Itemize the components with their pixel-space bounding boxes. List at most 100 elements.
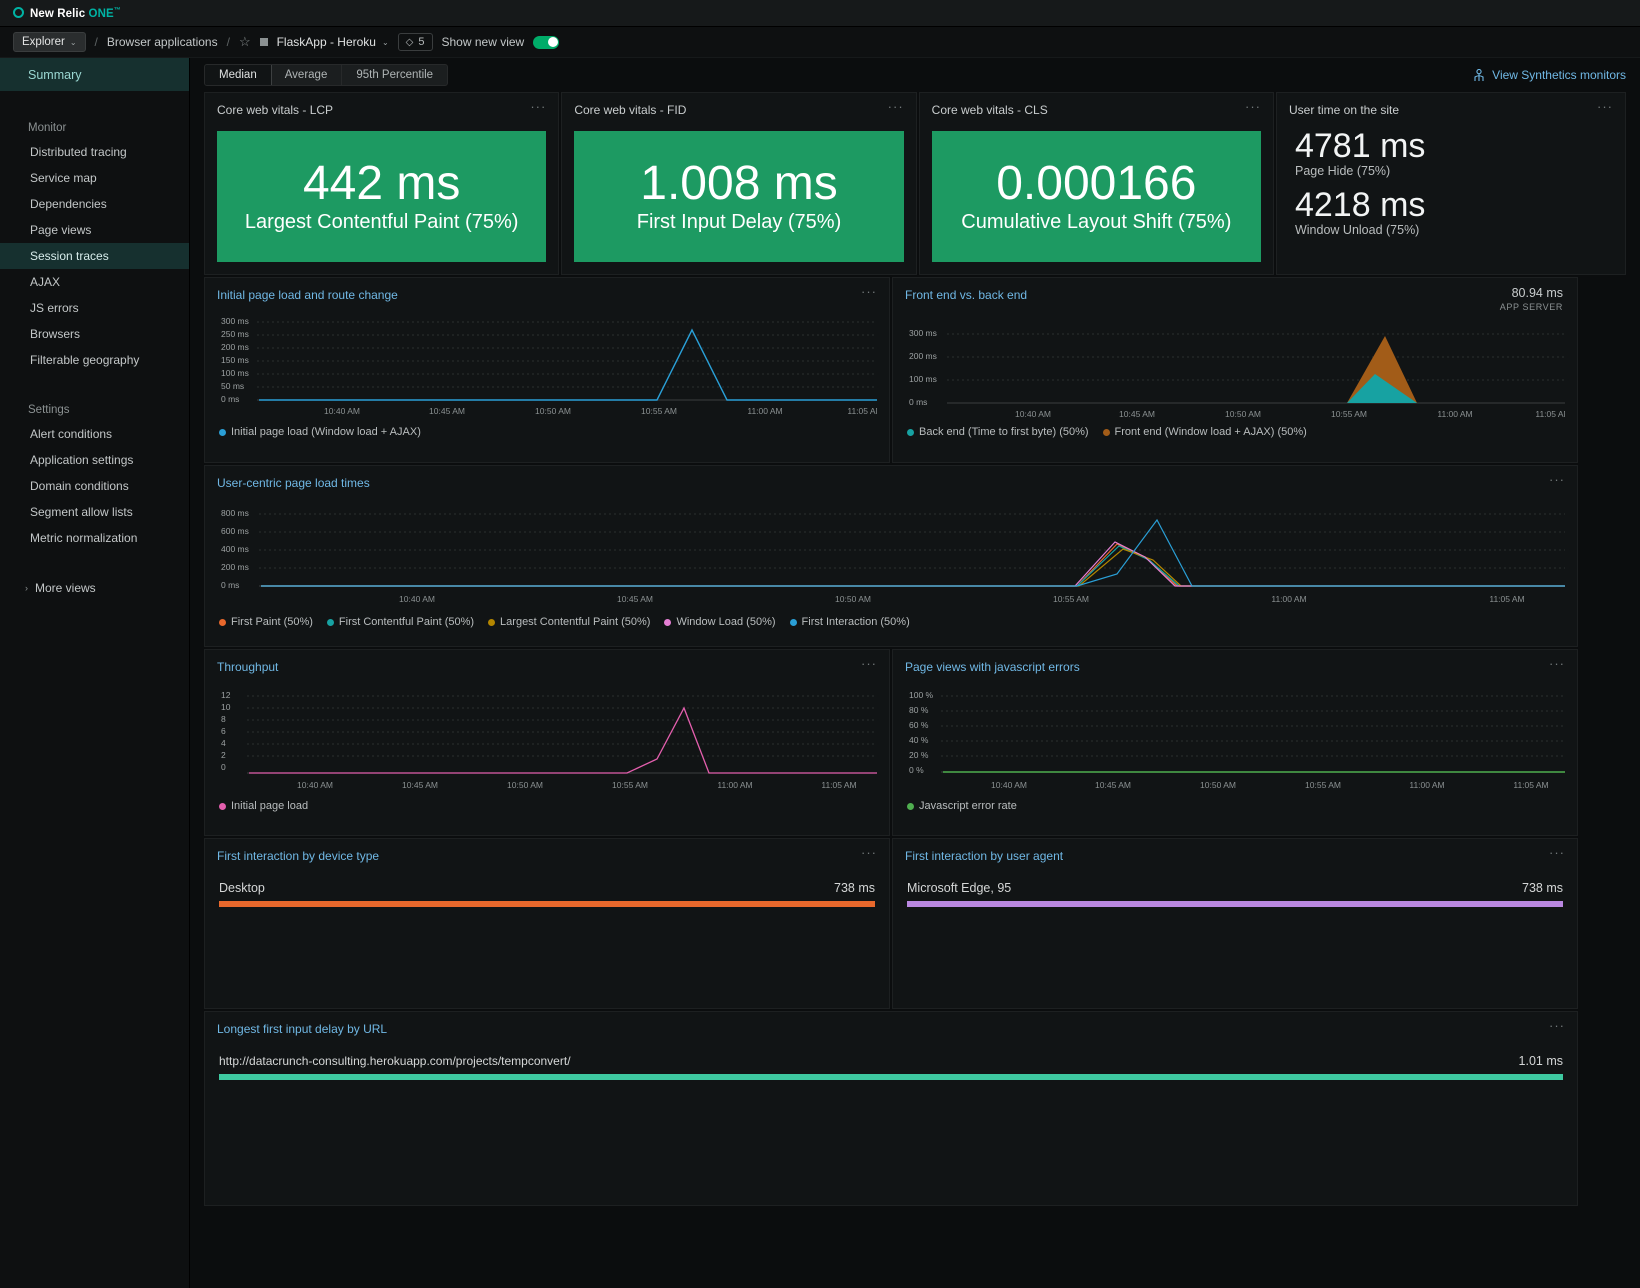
legend-item-window-load[interactable]: Window Load (50%): [664, 616, 776, 628]
sidebar-summary-label: Summary: [28, 67, 82, 82]
panel-menu-icon-user-time[interactable]: ···: [1597, 100, 1613, 113]
svg-text:200 ms: 200 ms: [221, 342, 249, 352]
svg-text:11:00 AM: 11:00 AM: [747, 406, 782, 416]
sidebar-item-alert-conditions[interactable]: Alert conditions: [0, 421, 189, 447]
legend-dot-icon-fcp: [326, 618, 334, 626]
sidebar-item-page-views[interactable]: Page views: [0, 217, 189, 243]
chart-svg-user-centric: 800 ms600 ms 400 ms200 ms 0 ms 10:40 AM …: [221, 508, 1565, 604]
tag-count-pill[interactable]: ◇ 5: [397, 33, 433, 51]
sidebar-item-service-map[interactable]: Service map: [0, 165, 189, 191]
legend-dot-icon-first-paint: [219, 618, 226, 626]
legend-label-first-paint: First Paint (50%): [231, 616, 313, 628]
legend-dot-icon-front-end: [1102, 428, 1110, 436]
panel-title-device-type[interactable]: First interaction by device type: [217, 849, 379, 863]
bar-fill-edge: [907, 901, 1563, 907]
bar-label-edge: Microsoft Edge, 95: [907, 881, 1012, 895]
svg-text:10:40 AM: 10:40 AM: [297, 780, 333, 790]
star-icon[interactable]: ☆: [239, 34, 251, 50]
user-time-value-window-unload: 4218 ms: [1294, 186, 1426, 225]
tab-average[interactable]: Average: [271, 65, 343, 85]
show-new-view-toggle[interactable]: [533, 35, 560, 49]
panel-title-user-agent[interactable]: First interaction by user agent: [905, 849, 1063, 863]
legend-dot-icon-lcp: [488, 618, 496, 626]
svg-text:8: 8: [221, 714, 226, 724]
bar-track-edge: [907, 901, 1563, 907]
legend-item-back-end[interactable]: Back end (Time to first byte) (50%): [907, 426, 1089, 438]
panel-menu-icon-cls[interactable]: ···: [1245, 100, 1261, 113]
panel-page-views-js-errors: Page views with javascript errors ··· 10…: [892, 649, 1578, 836]
panel-title-initial-page-load[interactable]: Initial page load and route change: [217, 288, 398, 302]
panel-menu-icon-initial-page-load[interactable]: ···: [861, 285, 877, 298]
panel-menu-icon-throughput[interactable]: ···: [861, 657, 877, 670]
sidebar-item-metric-normalization[interactable]: Metric normalization: [0, 525, 189, 551]
legend-item-js-error-rate[interactable]: Javascript error rate: [907, 800, 1017, 812]
panel-title-cls: Core web vitals - CLS: [931, 103, 1048, 117]
breadcrumb-browser-applications[interactable]: Browser applications: [107, 35, 218, 49]
sidebar: Summary Monitor Distributed tracing Serv…: [0, 58, 190, 1288]
sidebar-item-summary[interactable]: Summary: [0, 58, 189, 91]
vital-value-fid: 1.008 ms: [640, 156, 838, 210]
panel-menu-icon-fid[interactable]: ···: [888, 100, 904, 113]
view-synthetics-monitors-link[interactable]: View Synthetics monitors: [1473, 68, 1626, 82]
sidebar-item-ajax[interactable]: AJAX: [0, 269, 189, 295]
sidebar-item-distributed-tracing[interactable]: Distributed tracing: [0, 139, 189, 165]
legend-item-initial-page-load[interactable]: Initial page load (Window load + AJAX): [219, 426, 421, 438]
panel-menu-icon-js-errors[interactable]: ···: [1549, 657, 1565, 670]
panel-title-user-time: User time on the site: [1288, 103, 1400, 117]
panel-title-front-vs-back-end[interactable]: Front end vs. back end: [905, 288, 1027, 302]
row-throughput-errors: Throughput ··· 12 10 86 4 2 0 10:40 AM 1…: [204, 649, 1626, 836]
legend-item-first-interaction[interactable]: First Interaction (50%): [789, 616, 910, 628]
panel-menu-icon-user-centric[interactable]: ···: [1549, 473, 1565, 486]
legend-item-first-paint[interactable]: First Paint (50%): [219, 616, 313, 628]
row-core-web-vitals: Core web vitals - LCP ··· 442 ms Largest…: [204, 92, 1626, 275]
panel-menu-icon-user-agent[interactable]: ···: [1549, 846, 1565, 859]
bar-label-desktop: Desktop: [219, 881, 265, 895]
legend-item-front-end[interactable]: Front end (Window load + AJAX) (50%): [1102, 426, 1307, 438]
bar-value-desktop: 738 ms: [834, 881, 875, 895]
show-new-view-label: Show new view: [441, 35, 525, 49]
svg-text:150 ms: 150 ms: [221, 355, 249, 365]
breadcrumb-app-selector[interactable]: FlaskApp - Heroku ⌄: [277, 35, 389, 49]
chart-throughput: 12 10 8 6 4 2 0 10:40 AM 10:45 AM 10:50 AM 10…: [205, 676, 889, 796]
square-icon[interactable]: [259, 38, 268, 46]
panel-menu-icon-device-type[interactable]: ···: [861, 846, 877, 859]
svg-text:80 %: 80 %: [909, 705, 929, 715]
legend-item-largest-contentful-paint[interactable]: Largest Contentful Paint (50%): [488, 616, 650, 628]
chart-svg-initial-page-load: 300 ms 250 ms 200 ms 150 ms 100 ms 50 ms 0 …: [221, 316, 877, 416]
panel-title-longest-fid[interactable]: Longest first input delay by URL: [217, 1022, 387, 1036]
sidebar-item-application-settings[interactable]: Application settings: [0, 447, 189, 473]
sidebar-item-js-errors[interactable]: JS errors: [0, 295, 189, 321]
bar-value-url: 1.01 ms: [1518, 1054, 1563, 1068]
new-relic-logo[interactable]: New Relic ONE™: [13, 7, 121, 20]
panel-title-throughput[interactable]: Throughput: [217, 660, 278, 674]
sidebar-item-session-traces[interactable]: Session traces: [0, 243, 189, 269]
legend-front-vs-back-end: Back end (Time to first byte) (50%) Fron…: [893, 422, 1577, 448]
sidebar-item-filterable-geography[interactable]: Filterable geography: [0, 347, 189, 373]
bar-item-edge[interactable]: Microsoft Edge, 95 738 ms: [893, 865, 1577, 907]
legend-item-first-contentful-paint[interactable]: First Contentful Paint (50%): [326, 616, 474, 628]
panel-title-js-errors[interactable]: Page views with javascript errors: [905, 660, 1080, 674]
legend-item-throughput[interactable]: Initial page load: [219, 800, 308, 812]
sidebar-item-segment-allow-lists[interactable]: Segment allow lists: [0, 499, 189, 525]
sidebar-item-dependencies[interactable]: Dependencies: [0, 191, 189, 217]
panel-title-user-centric[interactable]: User-centric page load times: [217, 476, 370, 490]
panel-initial-page-load: Initial page load and route change ··· 3…: [204, 277, 890, 463]
svg-text:800 ms: 800 ms: [221, 508, 249, 518]
panel-menu-icon-longest-fid[interactable]: ···: [1549, 1019, 1565, 1032]
explorer-button[interactable]: Explorer ⌄: [13, 32, 86, 52]
tab-95th-percentile[interactable]: 95th Percentile: [342, 65, 447, 85]
svg-text:300 ms: 300 ms: [909, 328, 937, 338]
brand-name: New Relic: [30, 7, 89, 20]
panel-menu-icon-lcp[interactable]: ···: [530, 100, 546, 113]
bar-item-desktop[interactable]: Desktop 738 ms: [205, 865, 889, 907]
panel-throughput: Throughput ··· 12 10 86 4 2 0 10:40 AM 1…: [204, 649, 890, 836]
chart-user-centric: 800 ms 600 ms 400 ms 200 ms 0 ms 10:40 A…: [205, 492, 1577, 612]
sidebar-more-views[interactable]: › More views: [0, 581, 189, 595]
bar-item-url[interactable]: http://datacrunch-consulting.herokuapp.c…: [205, 1038, 1577, 1080]
sidebar-item-browsers[interactable]: Browsers: [0, 321, 189, 347]
row-load-charts: Initial page load and route change ··· 3…: [204, 277, 1626, 463]
legend-dot-icon-back-end: [907, 428, 914, 436]
sidebar-item-domain-conditions[interactable]: Domain conditions: [0, 473, 189, 499]
svg-text:10:45 AM: 10:45 AM: [429, 406, 465, 416]
tab-median[interactable]: Median: [205, 65, 272, 85]
